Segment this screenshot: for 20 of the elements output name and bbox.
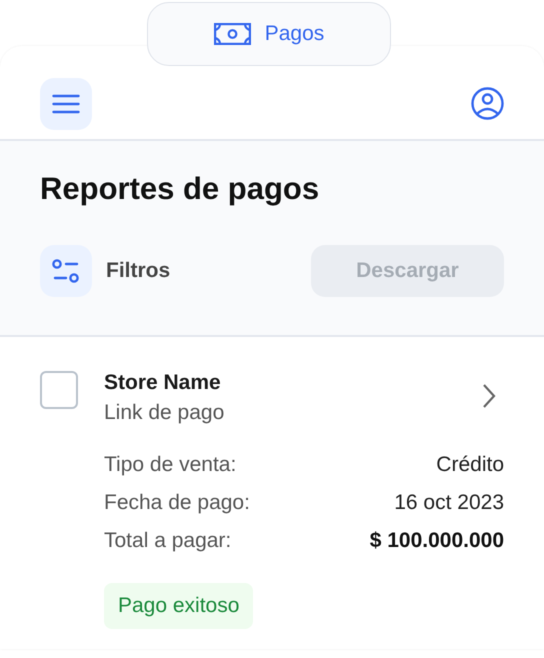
- detail-value: 16 oct 2023: [394, 491, 504, 515]
- payments-tab[interactable]: Pagos: [147, 2, 391, 66]
- detail-label: Tipo de venta:: [104, 453, 236, 477]
- banknote-icon: [214, 23, 251, 45]
- sliders-icon: [52, 259, 80, 283]
- detail-label: Total a pagar:: [104, 529, 232, 553]
- detail-value: $ 100.000.000: [370, 529, 504, 553]
- menu-button[interactable]: [40, 78, 92, 130]
- status-badge: Pago exitoso: [104, 583, 254, 629]
- filters-label[interactable]: Filtros: [106, 259, 170, 283]
- store-name: Store Name: [104, 371, 222, 395]
- detail-value: Crédito: [436, 453, 504, 477]
- detail-label: Fecha de pago:: [104, 491, 250, 515]
- menu-icon: [52, 94, 80, 114]
- filters-button[interactable]: [40, 245, 92, 297]
- payment-channel: Link de pago: [104, 401, 224, 425]
- checkbox[interactable]: [40, 371, 78, 409]
- chevron-right-icon[interactable]: [482, 383, 496, 409]
- page-title: Reportes de pagos: [40, 171, 320, 207]
- profile-icon[interactable]: [471, 87, 504, 120]
